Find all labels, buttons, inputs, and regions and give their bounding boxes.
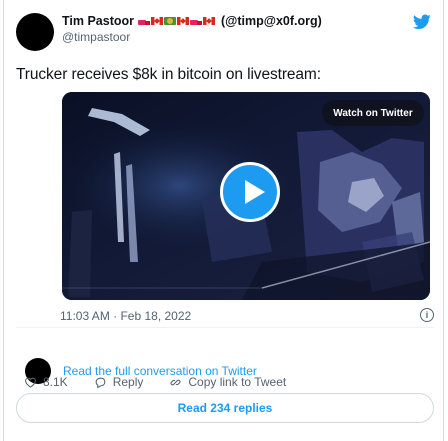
author-name-line[interactable]: Tim Pastoor (@timp@x0f.org)	[62, 14, 422, 28]
divider	[16, 327, 434, 328]
watch-on-twitter-button[interactable]: Watch on Twitter	[322, 100, 424, 126]
video-thumbnail[interactable]: Watch on Twitter	[62, 92, 430, 300]
map-emoji-icon	[164, 17, 177, 25]
canada-flag-icon	[177, 17, 190, 25]
reply-label: Reply	[112, 375, 144, 389]
author-alt-handle: (@timp@x0f.org)	[221, 14, 322, 28]
tweet-card: Tim Pastoor (@timp@x0f.org) @timpastoor …	[3, 0, 444, 441]
truck-emoji-icon	[138, 17, 151, 25]
link-icon	[170, 379, 181, 385]
read-replies-button[interactable]: Read 234 replies	[16, 393, 434, 423]
heart-icon	[25, 377, 36, 388]
author-name[interactable]: Tim Pastoor	[62, 14, 134, 28]
tweet-header: Tim Pastoor (@timp@x0f.org) @timpastoor	[62, 14, 422, 44]
copy-link-label: Copy link to Tweet	[188, 375, 287, 389]
reply-icon	[95, 377, 106, 388]
canada-flag-icon	[203, 17, 216, 25]
truck-emoji-icon	[190, 17, 203, 25]
play-icon[interactable]	[220, 162, 280, 222]
author-handle[interactable]: @timpastoor	[62, 30, 422, 44]
copy-link-button[interactable]: Copy link to Tweet	[169, 375, 286, 389]
reply-button[interactable]: Reply	[94, 375, 144, 389]
twitter-logo-icon[interactable]	[413, 14, 431, 30]
tweet-actions: 8.1K Reply Copy link to Tweet	[24, 375, 312, 389]
info-icon[interactable]: i	[420, 308, 434, 322]
like-button[interactable]: 8.1K	[24, 375, 68, 389]
like-count: 8.1K	[43, 375, 68, 389]
canada-flag-icon	[151, 17, 164, 25]
tweet-text: Trucker receives $8k in bitcoin on lives…	[16, 66, 321, 83]
tweet-timestamp[interactable]: 11:03 AM · Feb 18, 2022	[60, 309, 191, 323]
author-avatar[interactable]	[16, 13, 54, 51]
name-emoji-group	[138, 17, 216, 25]
